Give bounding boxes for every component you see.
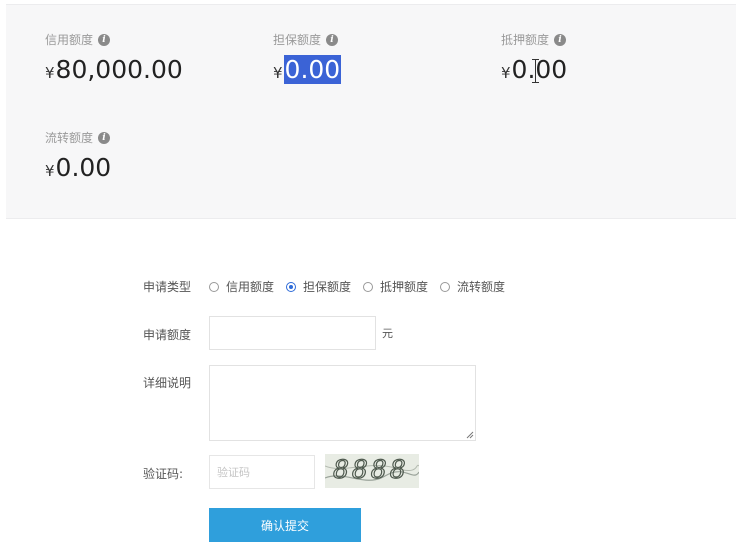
application-type-label: 申请类型: [143, 280, 192, 294]
captcha-text: 8888: [333, 455, 409, 484]
currency-symbol: ¥: [501, 64, 511, 82]
captcha-label: 验证码:: [143, 467, 184, 481]
info-icon[interactable]: i: [326, 33, 339, 46]
radio-circle-icon[interactable]: [363, 281, 374, 292]
guarantee-quota-value: ¥ 0.00: [273, 55, 342, 84]
radio-label: 信用额度: [226, 280, 275, 294]
resize-grip-icon[interactable]: [466, 431, 474, 439]
radio-circulation-quota[interactable]: 流转额度: [440, 278, 505, 295]
radio-label: 流转额度: [457, 280, 506, 294]
radio-label: 担保额度: [303, 280, 352, 294]
mortgage-quota-label-row: 抵押额度 i: [501, 31, 567, 48]
mortgage-quota-label: 抵押额度: [501, 33, 550, 47]
circulation-quota-label: 流转额度: [45, 131, 94, 145]
currency-symbol: ¥: [273, 64, 283, 82]
confirm-submit-button[interactable]: 确认提交: [209, 508, 361, 542]
captcha-svg[interactable]: 8888: [325, 454, 419, 488]
detail-description-label: 详细说明: [143, 376, 192, 390]
currency-symbol: ¥: [45, 64, 55, 82]
detail-description-textarea[interactable]: [209, 365, 476, 441]
credit-quota-value: ¥ 80,000.00: [45, 55, 183, 84]
radio-credit-quota[interactable]: 信用额度: [209, 278, 274, 295]
circulation-quota-value: ¥ 0.00: [45, 153, 111, 182]
radio-circle-icon[interactable]: [209, 281, 219, 292]
radio-label: 抵押额度: [380, 280, 429, 294]
mortgage-quota-amount: 0.00: [511, 55, 568, 84]
quota-summary-panel: 信用额度 i ¥ 80,000.00 担保额度 i ¥ 0.00 抵押额度 i …: [6, 4, 736, 219]
info-icon[interactable]: i: [554, 33, 567, 46]
guarantee-quota-label: 担保额度: [273, 33, 322, 47]
circulation-quota-amount: 0.00: [55, 153, 112, 182]
currency-symbol: ¥: [45, 162, 55, 180]
credit-quota-label: 信用额度: [45, 33, 94, 47]
amount-unit: 元: [382, 327, 393, 340]
guarantee-quota-label-row: 担保额度 i: [273, 31, 339, 48]
radio-guarantee-quota[interactable]: 担保额度: [286, 278, 351, 295]
circulation-quota-label-row: 流转额度 i: [45, 129, 111, 146]
guarantee-quota-amount-selected[interactable]: 0.00: [283, 55, 342, 84]
application-amount-input[interactable]: [209, 316, 376, 350]
radio-circle-icon[interactable]: [440, 281, 451, 292]
application-type-radio-group: 信用额度 担保额度 抵押额度 流转额度: [209, 278, 517, 295]
radio-mortgage-quota[interactable]: 抵押额度: [363, 278, 428, 295]
radio-checked-icon[interactable]: [286, 281, 297, 292]
info-icon[interactable]: i: [98, 33, 111, 46]
text-cursor-icon: [532, 59, 539, 83]
captcha-input[interactable]: [209, 455, 315, 489]
credit-quota-amount: 80,000.00: [55, 55, 183, 84]
credit-quota-label-row: 信用额度 i: [45, 31, 111, 48]
captcha-image[interactable]: 8888: [325, 454, 419, 488]
application-amount-label: 申请额度: [143, 328, 192, 342]
info-icon[interactable]: i: [98, 131, 111, 144]
